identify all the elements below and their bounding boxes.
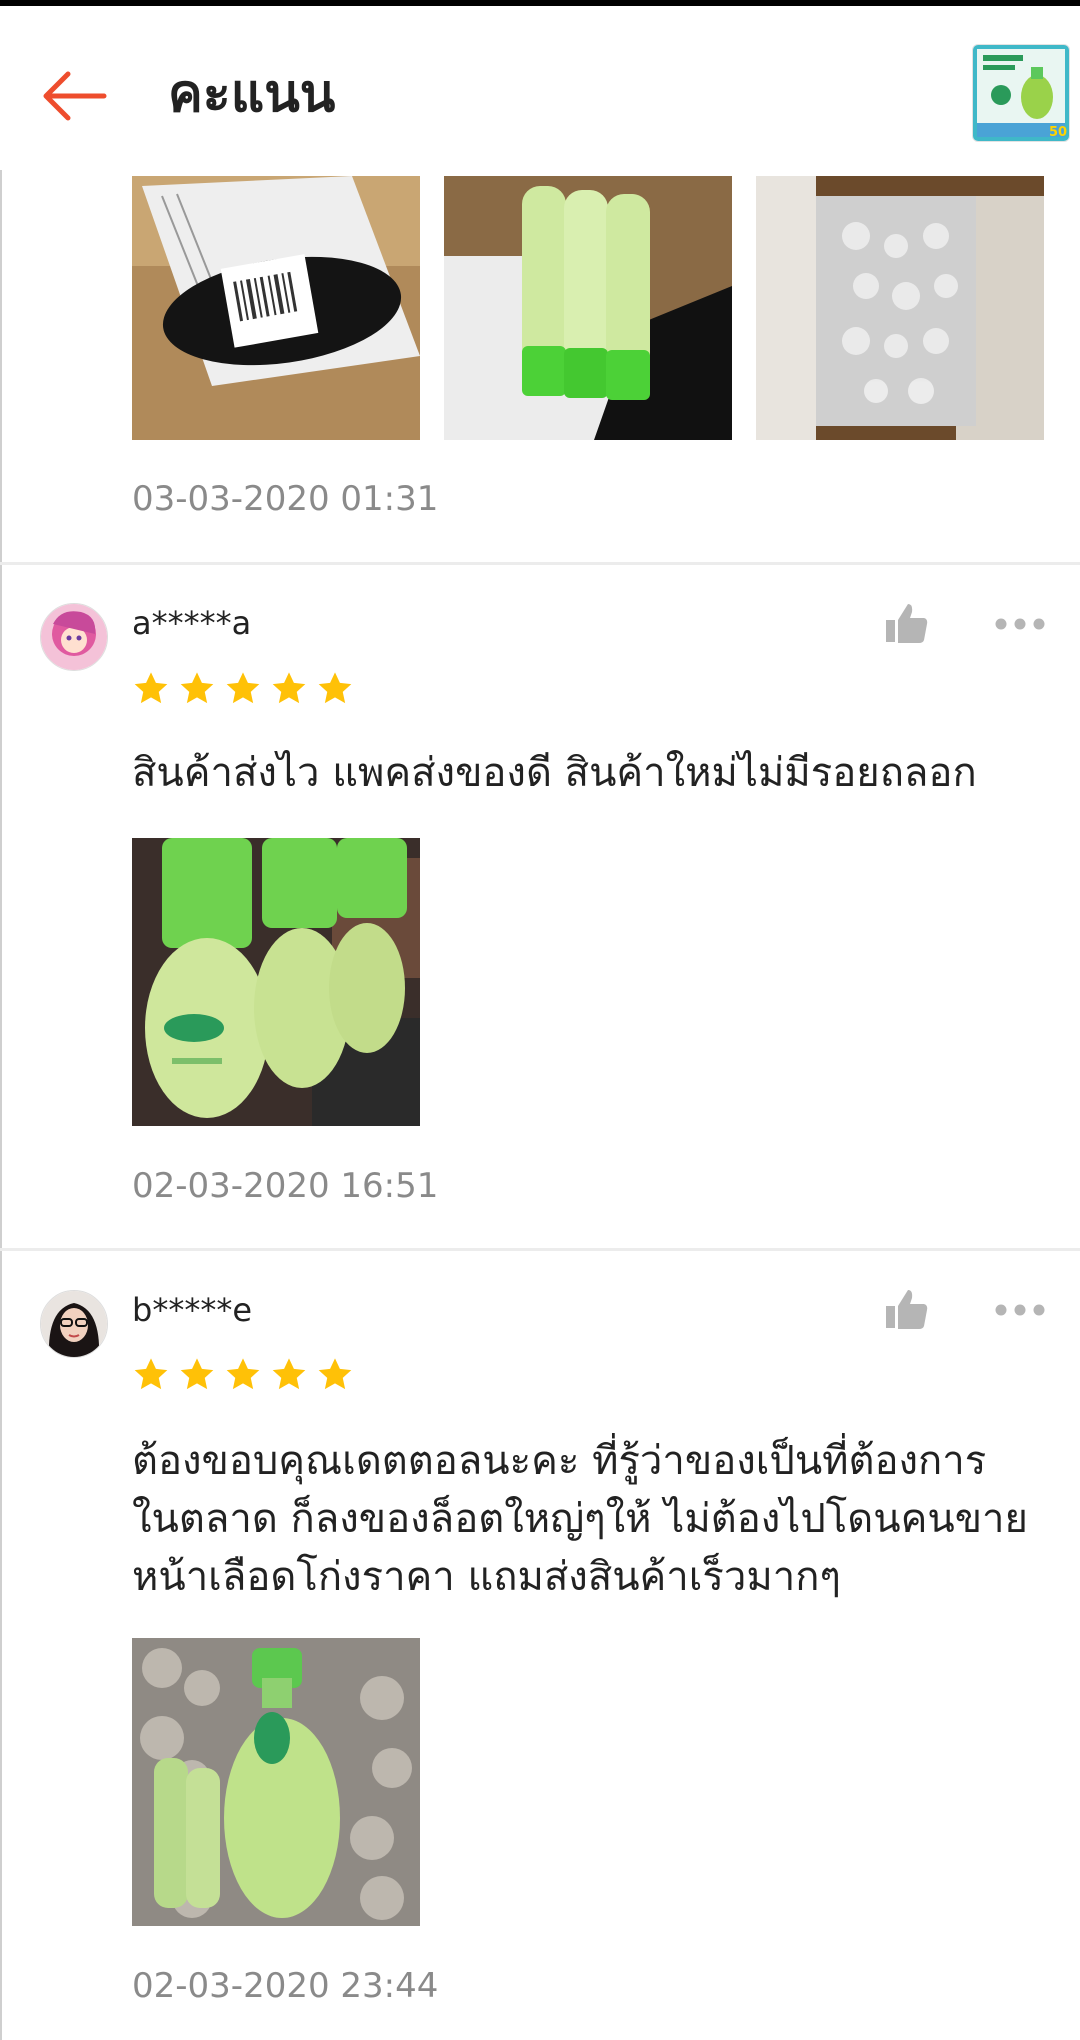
thumbs-up-icon [886, 1290, 928, 1329]
thumbs-up-icon [886, 604, 928, 643]
dettol-bottles-photo [132, 838, 420, 1126]
product-thumbnail[interactable]: 50 [972, 44, 1070, 142]
more-dots-icon [995, 1304, 1045, 1316]
star-rating [132, 1356, 354, 1400]
review-text: ต้องขอบคุณเดตตอลนะคะ ที่รู้ว่าของเป็นที่… [132, 1432, 1052, 1606]
review-photo-bubble-wrap[interactable] [756, 176, 1044, 440]
review-text: สินค้าส่งไว แพคส่งของดี สินค้าใหม่ไม่มีร… [132, 750, 977, 796]
review-photo-dettol-pump[interactable] [132, 1638, 420, 1926]
star-icon [226, 1358, 260, 1390]
bottles-photo [444, 176, 732, 440]
review-date: 02-03-2020 23:44 [132, 1966, 439, 2006]
star-icon [180, 672, 214, 704]
back-button[interactable] [34, 56, 114, 136]
more-options-button[interactable] [992, 596, 1048, 652]
star-rating [132, 670, 354, 714]
avatar[interactable] [40, 603, 108, 671]
more-dots-icon [995, 618, 1045, 630]
star-icon [318, 1358, 352, 1390]
star-icon [180, 1358, 214, 1390]
review-photo-package[interactable] [132, 176, 420, 440]
star-icon [134, 1358, 168, 1390]
star-icon [272, 1358, 306, 1390]
more-options-button[interactable] [992, 1282, 1048, 1338]
reviewer-username: a*****a [132, 604, 252, 642]
product-badge-text: 50 [1049, 125, 1067, 140]
bubble-wrap-box-photo [756, 176, 1044, 440]
avatar-image [41, 604, 107, 670]
review-text-line: หน้าเลือดโก่งราคา แถมส่งสินค้าเร็วมากๆ [132, 1554, 841, 1600]
header: คะแนน 50 [0, 6, 1080, 170]
avatar-image [41, 1291, 107, 1357]
review-date: 02-03-2020 16:51 [132, 1166, 439, 1206]
reviewer-username: b*****e [132, 1291, 252, 1329]
page-title: คะแนน [168, 64, 336, 124]
dettol-pump-bottle-photo [132, 1638, 420, 1926]
arrow-left-icon [43, 71, 107, 121]
review-divider [0, 1248, 1080, 1251]
review-text-line: ในตลาด ก็ลงของล็อตใหญ่ๆให้ ไม่ต้องไปโดนค… [132, 1496, 1028, 1542]
package-photo [132, 176, 420, 440]
review-divider [0, 562, 1080, 565]
review-text-line: ต้องขอบคุณเดตตอลนะคะ ที่รู้ว่าของเป็นที่… [132, 1438, 987, 1484]
product-image: 50 [973, 45, 1069, 141]
like-button[interactable] [878, 1282, 934, 1338]
star-icon [272, 672, 306, 704]
like-button[interactable] [878, 596, 934, 652]
star-icon [226, 672, 260, 704]
star-icon [318, 672, 352, 704]
avatar[interactable] [40, 1290, 108, 1358]
review-photo-dettol-bottles[interactable] [132, 838, 420, 1126]
review-date: 03-03-2020 01:31 [132, 479, 439, 519]
left-edge-line [0, 6, 2, 2040]
review-photo-bottles[interactable] [444, 176, 732, 440]
star-icon [134, 672, 168, 704]
